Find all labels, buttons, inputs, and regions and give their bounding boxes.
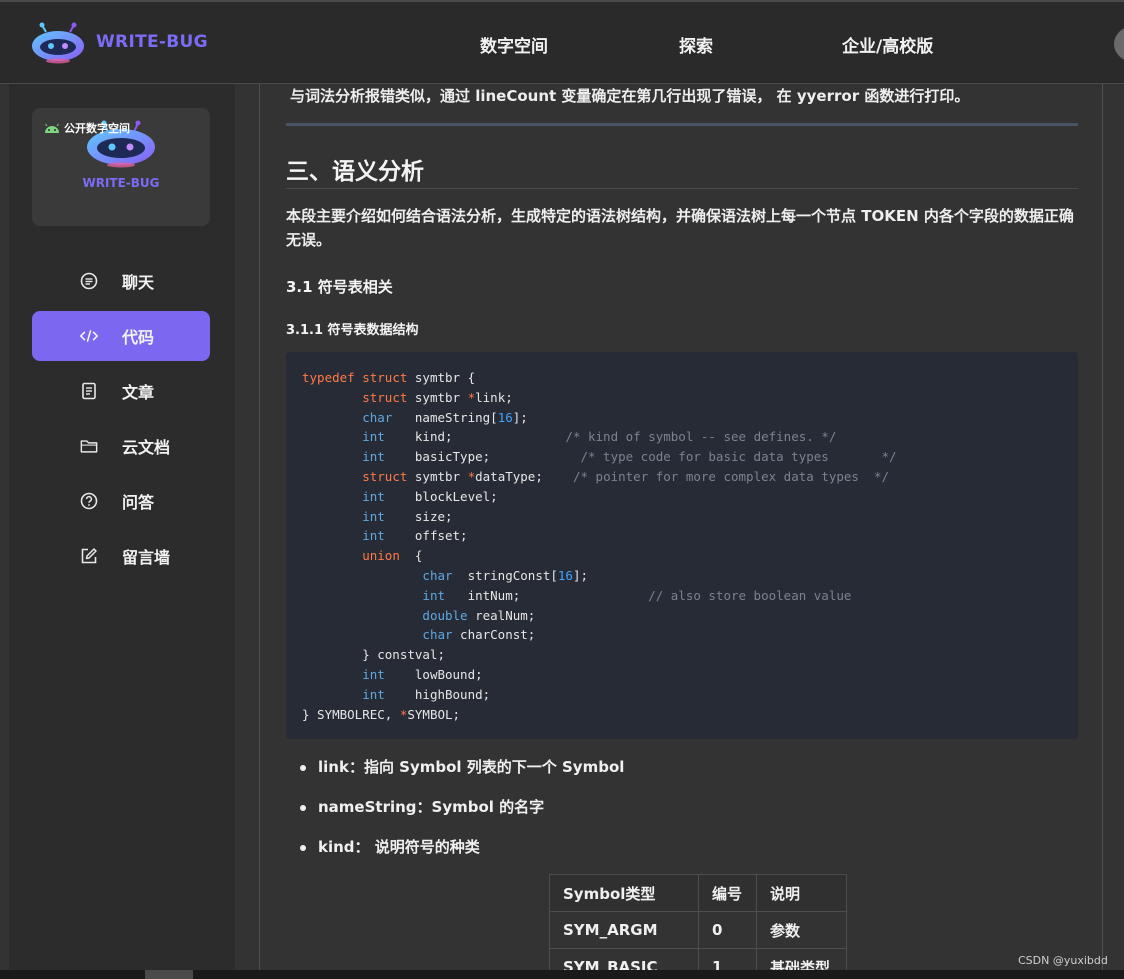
table-header-cell: 编号 [698,874,757,912]
table-cell: 基础类型 [756,948,847,970]
table-cell: SYM_ARGM [549,911,699,949]
error-report-paragraph: 与词法分析报错类似，通过 lineCount 变量确定在第几行出现了错误， 在 … [290,87,970,105]
chat-icon [80,272,98,290]
sidebar-item-code[interactable]: 代码 [32,311,210,361]
code-icon [80,327,98,345]
nav-digital-space[interactable]: 数字空间 [480,32,548,57]
folder-icon [80,437,98,455]
table-cell: 1 [698,948,757,970]
list-item: kind： 说明符号的种类 [300,836,1060,876]
public-space-label: 公开数字空间 [64,122,130,135]
sidebar-item-label: 文章 [122,383,155,402]
symbol-type-table: Symbol类型 编号 说明 SYM_ARGM 0 参数 SYM_BASIC 1… [549,874,847,970]
sidebar-item-chat[interactable]: 聊天 [32,256,210,306]
top-navigation-bar: WRITE-BUG 数字空间 探索 企业/高校版 [0,0,1124,84]
public-space-badge: 公开数字空间 [44,120,130,136]
table-cell: 参数 [756,911,847,949]
table-header-cell: 说明 [756,874,847,912]
sidebar-item-label: 聊天 [122,273,155,292]
nav-explore[interactable]: 探索 [679,32,713,57]
table-cell: 0 [698,911,757,949]
card-brand-name: WRITE-BUG [82,176,160,190]
table-header-row: Symbol类型 编号 说明 [549,874,847,912]
sidebar: 公开数字空间 WRITE-BUG 聊天 代码 文章 云文档 问答 留言墙 [9,84,235,970]
android-icon [45,123,59,133]
sidebar-item-label: 留言墙 [122,548,171,567]
sidebar-item-label: 代码 [122,328,155,347]
table-row: SYM_ARGM 0 参数 [549,911,847,949]
table-cell: SYM_BASIC [549,948,699,970]
edit-icon [80,547,98,565]
user-avatar[interactable] [1114,26,1124,62]
article-content: 与词法分析报错类似，通过 lineCount 变量确定在第几行出现了错误， 在 … [259,84,1103,970]
sidebar-item-message-wall[interactable]: 留言墙 [32,531,210,581]
sidebar-item-qa[interactable]: 问答 [32,476,210,526]
scrollbar-thumb[interactable] [145,970,193,979]
write-bug-logo-icon[interactable] [30,22,86,64]
section-title: 三、语义分析 [286,159,424,185]
sidebar-item-cloud-docs[interactable]: 云文档 [32,421,210,471]
question-icon [80,492,98,510]
field-description-list: link：指向 Symbol 列表的下一个 Symbol nameString：… [300,756,1060,876]
nav-enterprise[interactable]: 企业/高校版 [842,32,933,57]
intro-paragraph: 本段主要介绍如何结合语法分析，生成特定的语法树结构，并确保语法树上每一个节点 T… [286,207,1074,249]
list-item: link：指向 Symbol 列表的下一个 Symbol [300,756,1060,796]
csdn-watermark: CSDN @yuxibdd [1018,954,1108,967]
heading-underline [286,188,1078,189]
code-block[interactable]: typedef struct symtbr { struct symtbr *l… [286,352,1078,739]
sub-subsection-title: 3.1.1 符号表数据结构 [286,323,419,338]
list-item: nameString：Symbol 的名字 [300,796,1060,836]
section-divider [286,123,1078,126]
sidebar-item-articles[interactable]: 文章 [32,366,210,416]
public-space-card[interactable]: 公开数字空间 WRITE-BUG [32,108,210,226]
table-header-cell: Symbol类型 [549,874,699,912]
subsection-title: 3.1 符号表相关 [286,278,393,296]
sidebar-item-label: 问答 [122,493,155,512]
table-row: SYM_BASIC 1 基础类型 [549,948,847,970]
brand-name[interactable]: WRITE-BUG [96,32,208,52]
sidebar-item-label: 云文档 [122,438,171,457]
article-icon [80,382,98,400]
